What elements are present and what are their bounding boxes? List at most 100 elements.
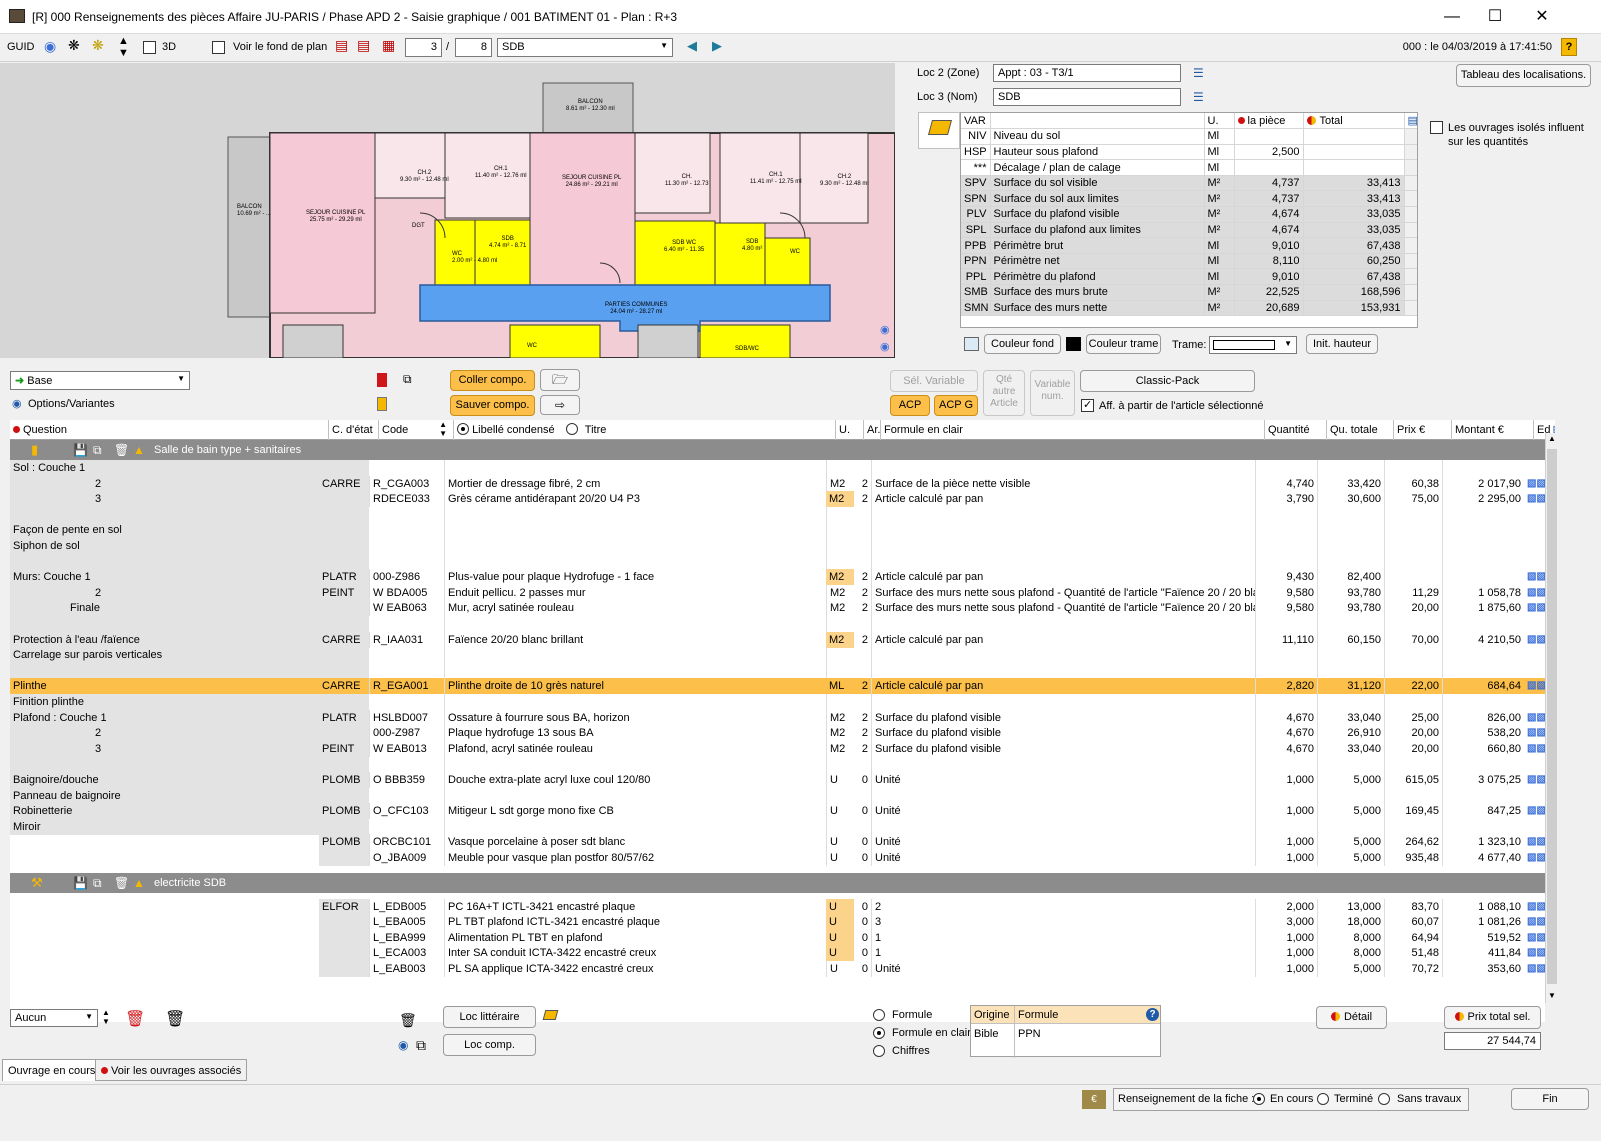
snowflake-yellow-icon[interactable]: ❋	[92, 37, 104, 54]
coller-compo-button[interactable]: Coller compo.	[450, 370, 535, 391]
table-row[interactable]: 3 PEINT W EAB013 Plafond, acryl satinée rou…	[10, 740, 1545, 757]
property-row[interactable]: SMN Surface des murs nette M² 20,689 153,931	[961, 300, 1417, 317]
edit-link-icon[interactable]: ▧▧	[1524, 569, 1545, 585]
col-question[interactable]: Question	[10, 420, 329, 440]
save-icon[interactable]: 💾	[70, 440, 90, 460]
table-row[interactable]	[10, 756, 1545, 773]
table-row[interactable]: Finale W EAB063 Mur, acryl satinée rouleau…	[10, 600, 1545, 617]
grid-scrollbar[interactable]: ▲ ▼	[1545, 433, 1558, 1003]
table-row[interactable]: 2 PEINT W BDA005 Enduit pellicu. 2 passes m…	[10, 584, 1545, 601]
chiffres-radio[interactable]	[873, 1045, 885, 1057]
table-row[interactable]: O_JBA009 Meuble pour vasque plan postfor …	[10, 850, 1545, 866]
isoles-checkbox[interactable]	[1430, 121, 1443, 134]
level-icon[interactable]: ▤	[335, 37, 348, 54]
pin-icon[interactable]: ▲	[130, 873, 148, 893]
table-row[interactable]: Protection à l'eau /faïence CARRE R_IAA031…	[10, 631, 1545, 648]
tab-ouvrage-en-cours[interactable]: Ouvrage en cours	[2, 1059, 102, 1081]
3d-checkbox[interactable]	[143, 41, 156, 54]
table-row[interactable]: Miroir	[10, 818, 1545, 835]
edit-link-icon[interactable]: ▧▧	[1524, 600, 1545, 616]
loc3-input[interactable]: SDB	[993, 88, 1181, 106]
up-down-icon[interactable]: ▲ ▼	[118, 35, 129, 59]
next-arrow-icon[interactable]: ▶	[712, 38, 722, 54]
col-formule[interactable]: Formule en clair	[881, 420, 1265, 440]
height-icon[interactable]: ▦	[382, 37, 395, 54]
group-header-row[interactable]: ⚒ 💾 ⧉ 🗑 ▲ electricite SDB	[10, 872, 1545, 893]
filter-icon[interactable]: ▤	[1404, 113, 1417, 130]
up-down-icon[interactable]: ▲ ▼	[102, 1008, 110, 1026]
property-row[interactable]: SMB Surface des murs brute M² 22,525 168,596	[961, 284, 1417, 301]
save-icon[interactable]: 💾	[70, 873, 90, 893]
view-eye-alt-icon[interactable]: ◉	[880, 340, 890, 353]
table-row[interactable]: L_EBA005 PL TBT plafond ICTL-3421 encastr…	[10, 914, 1545, 931]
hatch-color-swatch[interactable]	[1066, 337, 1081, 351]
view-eye-icon[interactable]: ◉	[880, 323, 890, 336]
room-edit-icon[interactable]	[918, 112, 960, 149]
prix-total-sel-button[interactable]: Prix total sel.	[1444, 1006, 1541, 1029]
edit-link-icon[interactable]: ▧▧	[1524, 961, 1545, 977]
page-current-input[interactable]: 3	[405, 38, 442, 57]
acp-g-button[interactable]: ACP G	[934, 395, 978, 416]
titre-radio[interactable]	[565, 423, 578, 435]
libelle-radio[interactable]	[457, 423, 469, 435]
edit-link-icon[interactable]: ▧▧	[1524, 741, 1545, 757]
eye-icon[interactable]: ◉	[398, 1038, 408, 1052]
table-row[interactable]: 3 RDECE033 Grès cérame antidérapant 20/20 …	[10, 491, 1545, 508]
edit-link-icon[interactable]: ▧▧	[1524, 834, 1545, 850]
init-hauteur-button[interactable]: Init. hauteur	[1306, 334, 1378, 354]
previous-arrow-icon[interactable]: ◀	[687, 38, 697, 54]
table-row[interactable]: Murs: Couche 1 PLATR 000-Z986 Plus-value po…	[10, 569, 1545, 586]
edit-link-icon[interactable]: ▧▧	[1524, 899, 1545, 915]
property-row[interactable]: PPB Périmètre brut Ml 9,010 67,438	[961, 237, 1417, 254]
fill-color-swatch[interactable]	[964, 337, 979, 351]
table-row[interactable]	[10, 506, 1545, 523]
table-row[interactable]: Siphon de sol	[10, 538, 1545, 554]
tableau-localisations-button[interactable]: Tableau des localisations.	[1456, 64, 1591, 87]
edit-link-icon[interactable]: ▧▧	[1524, 772, 1545, 788]
col-prix[interactable]: Prix €	[1394, 420, 1452, 440]
minimize-icon[interactable]: —	[1440, 6, 1464, 28]
col-quantite[interactable]: Quantité	[1265, 420, 1327, 440]
table-row[interactable]: Robinetterie PLOMB O_CFC103 Mitigeur L sdt …	[10, 803, 1545, 820]
help-icon[interactable]: ?	[1146, 1008, 1159, 1021]
col-unit[interactable]: U.	[836, 420, 864, 440]
tab-voir-ouvrages[interactable]: Voir les ouvrages associés	[95, 1059, 248, 1081]
table-row[interactable]: Plinthe CARRE R_EGA001 Plinthe droite de 10…	[10, 678, 1545, 695]
col-qu-totale[interactable]: Qu. totale	[1327, 420, 1394, 440]
trash-small-icon[interactable]: 🗑	[399, 1012, 417, 1029]
table-row[interactable]: Plafond : Couche 1 PLATR HSLBD007 Ossature …	[10, 709, 1545, 726]
folder-open-icon[interactable]: 🗁	[540, 369, 580, 391]
options-variantes-link[interactable]: Options/Variantes	[28, 398, 115, 410]
help-icon[interactable]: ?	[1561, 38, 1577, 56]
edit-link-icon[interactable]: ▧▧	[1524, 914, 1545, 930]
variable-num-button[interactable]: Variable num.	[1030, 370, 1075, 416]
formule-clair-radio[interactable]	[873, 1027, 885, 1039]
edit-link-icon[interactable]: ▧▧	[1524, 850, 1545, 866]
property-row[interactable]: SPN Surface du sol aux limites M² 4,737 33,4…	[961, 190, 1417, 208]
export-icon[interactable]: ⇨	[540, 395, 580, 415]
tree-icon[interactable]: ☰	[1193, 90, 1204, 104]
col-ar[interactable]: Ar.	[864, 420, 881, 440]
eye-icon[interactable]: ◉	[44, 38, 56, 55]
acp-button[interactable]: ACP	[890, 395, 930, 416]
sauver-compo-button[interactable]: Sauver compo.	[450, 395, 535, 416]
table-row[interactable]	[10, 616, 1545, 632]
col-code[interactable]: Code ▲ ▼	[379, 420, 454, 440]
table-row[interactable]: ELFOR L_EDB005 PC 16A+T ICTL-3421 encastré…	[10, 898, 1545, 915]
snowflake-icon[interactable]: ❋	[68, 37, 80, 54]
formule-radio[interactable]	[873, 1009, 885, 1021]
col-montant[interactable]: Montant €	[1452, 420, 1534, 440]
table-row[interactable]: Façon de pente en sol	[10, 522, 1545, 539]
edit-link-icon[interactable]: ▧▧	[1524, 476, 1545, 492]
property-row[interactable]: PPN Périmètre net Ml 8,110 60,250	[961, 253, 1417, 270]
table-row[interactable]: Carrelage sur parois verticales	[10, 647, 1545, 664]
euro-icon[interactable]: €	[1082, 1090, 1106, 1109]
table-row[interactable]: Panneau de baignoire	[10, 787, 1545, 804]
property-row[interactable]: *** Décalage / plan de calage Ml	[961, 159, 1417, 176]
edit-link-icon[interactable]: ▧▧	[1524, 491, 1545, 507]
sans-travaux-radio[interactable]	[1378, 1093, 1390, 1105]
table-row[interactable]: Finition plinthe	[10, 694, 1545, 710]
en-cours-radio[interactable]	[1253, 1093, 1265, 1105]
couleur-fond-button[interactable]: Couleur fond	[984, 334, 1061, 354]
tree-icon[interactable]: ☰	[1193, 66, 1204, 80]
